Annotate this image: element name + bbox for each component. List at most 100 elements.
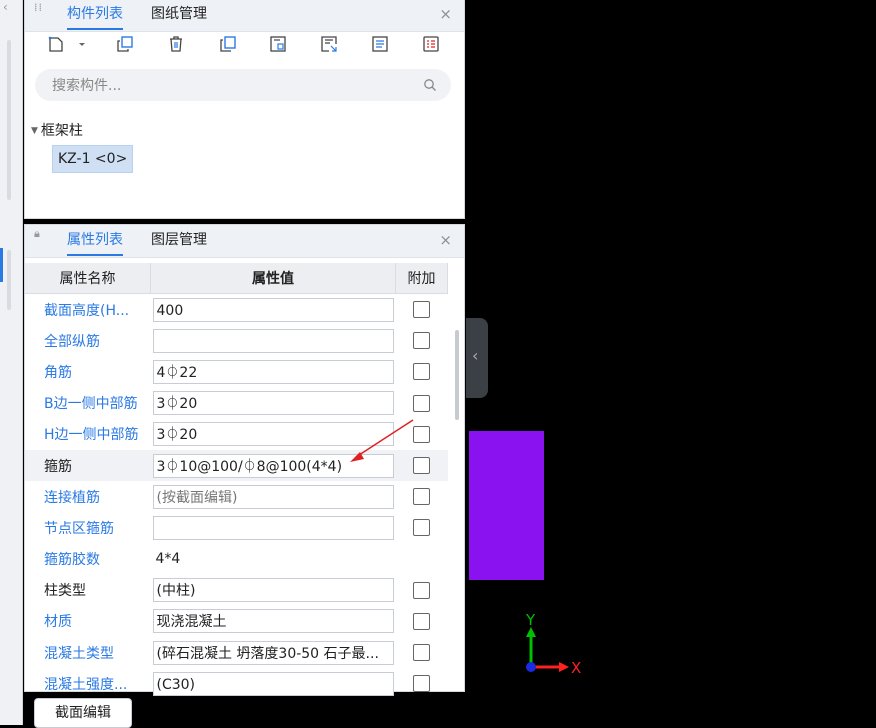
component-toolbar [25,32,464,62]
tab-component-list[interactable]: 构件列表 [67,0,123,30]
scrollbar-secondary[interactable] [7,250,11,310]
property-value-field[interactable]: 3⏀20 [152,391,394,416]
property-name: 箍筋 [25,449,151,482]
property-name: 连接植筋 [44,489,100,506]
list-icon[interactable] [418,32,444,56]
tree-item-kz-1[interactable]: KZ-1 <0> [52,145,134,173]
property-name: H边一侧中部筋 [44,427,139,444]
property-name: 材质 [44,614,72,631]
property-value-field[interactable]: 现浇混凝土 [152,609,394,634]
property-value-field[interactable]: (C30) [152,671,394,696]
column-shape[interactable] [469,431,544,580]
chevron-left-icon[interactable]: ‹ [3,0,8,14]
left-side-strip: ‹ [0,0,23,725]
header-extra: 附加 [395,263,448,294]
property-value-text: 4*4 [155,551,181,568]
x-axis-label: X [571,659,581,677]
extra-checkbox[interactable] [413,612,430,630]
property-value-field[interactable]: 400 [152,297,394,322]
text-icon[interactable] [367,32,393,56]
section-edit-button[interactable]: 截面编辑 [34,698,132,728]
coordinate-axis: Y X [525,611,581,677]
x-axis-arrowhead [559,662,569,672]
property-panel-tabs: 🔒︎ 属性列表 图层管理 × [25,225,464,258]
property-value-field[interactable] [152,515,394,540]
table-row: B边一侧中部筋 3⏀20 [25,388,448,419]
extra-checkbox[interactable] [413,581,430,599]
import-icon[interactable] [316,32,342,56]
extra-checkbox[interactable] [413,519,430,537]
property-name: 箍筋胶数 [44,552,100,569]
table-row: 截面高度(H... 400 [25,294,448,326]
component-panel-tabs: ⁞⁞ 构件列表 图纸管理 × [25,0,464,32]
table-row: 混凝土类型 (碎石混凝土 坍落度30-50 石子最... [25,637,448,668]
tab-layer-management[interactable]: 图层管理 [151,225,207,256]
extra-checkbox[interactable] [413,644,430,662]
property-name: 混凝土类型 [44,645,114,662]
extra-checkbox[interactable] [413,425,430,443]
selection-indicator [0,248,3,282]
close-icon[interactable]: × [439,225,452,256]
table-row: 连接植筋 (按截面编辑) [25,481,448,512]
property-scrollbar[interactable] [455,330,459,420]
collapse-panel-handle[interactable]: ‹ [466,318,488,398]
search-input[interactable] [50,69,414,103]
collapse-triangle-icon[interactable]: ▼ [31,126,38,136]
property-value-field[interactable]: 3⏀10@100/⏀8@100(4*4) [152,453,394,478]
property-name: 混凝土强度... [44,676,128,693]
property-name: 柱类型 [44,583,86,600]
property-value-field[interactable]: 4⏀22 [152,359,394,384]
property-value-field[interactable]: (碎石混凝土 坍落度30-50 石子最... [152,640,394,665]
extra-checkbox[interactable] [413,457,430,475]
search-icon[interactable] [423,78,437,92]
property-value-field[interactable] [152,328,394,353]
table-row: H边一侧中部筋 3⏀20 [25,419,448,450]
table-row-selected: 箍筋 3⏀10@100/⏀8@100(4*4) [25,449,448,482]
lock-handle-icon[interactable]: 🔒︎ [34,228,44,251]
property-value-field[interactable]: (按截面编辑) [152,484,394,509]
table-row: 箍筋胶数 4*4 [25,544,448,575]
property-name: B边一侧中部筋 [44,396,138,413]
close-icon[interactable]: × [439,0,452,30]
delete-icon[interactable] [163,32,189,56]
extra-checkbox[interactable] [413,675,430,693]
scrollbar[interactable] [7,40,11,200]
table-header: 属性名称 属性值 附加 [25,263,448,294]
new-component-icon[interactable] [43,32,69,56]
extra-checkbox[interactable] [413,488,430,506]
tab-drawing-management[interactable]: 图纸管理 [151,0,207,30]
drag-handle-icon[interactable]: ⁞⁞ [34,2,44,25]
property-name: 角筋 [44,364,72,381]
dropdown-icon[interactable] [75,32,89,56]
property-value-field[interactable]: 3⏀20 [152,422,394,447]
table-row: 混凝土强度... (C30) [25,668,448,699]
component-tree-group[interactable]: ▼ 框架柱 [31,120,83,140]
save-template-icon[interactable] [265,32,291,56]
tab-property-list[interactable]: 属性列表 [67,225,123,256]
copy-icon[interactable] [112,32,138,56]
property-list-panel: 🔒︎ 属性列表 图层管理 × 属性名称 属性值 附加 截面高度(H... 400… [24,224,465,696]
component-list-panel: ⁞⁞ 构件列表 图纸管理 × 搜索构件... ▼ 框架柱 KZ-1 <0> [24,0,465,219]
origin-point [526,662,536,672]
header-property-name: 属性名称 [25,263,151,294]
extra-checkbox[interactable] [413,394,430,412]
property-name: 截面高度(H... [44,302,130,319]
property-name: 全部纵筋 [44,333,100,350]
header-property-value: 属性值 [150,263,396,294]
extra-checkbox[interactable] [413,332,430,350]
tree-group-label: 框架柱 [40,123,83,139]
extra-checkbox[interactable] [413,363,430,381]
search-box [35,69,451,103]
table-row: 全部纵筋 [25,325,448,356]
property-table: 属性名称 属性值 附加 截面高度(H... 400 全部纵筋 角筋 4⏀22 B… [25,263,448,699]
table-row: 柱类型 (中柱) [25,575,448,606]
extra-checkbox[interactable] [413,301,430,319]
y-axis-label: Y [525,611,536,629]
property-name: 节点区箍筋 [44,520,114,537]
chevron-left-icon: ‹ [472,346,479,365]
table-row: 角筋 4⏀22 [25,356,448,387]
property-value-field[interactable]: (中柱) [152,578,394,603]
table-row: 节点区箍筋 [25,512,448,543]
table-row: 材质 现浇混凝土 [25,606,448,637]
copy-layer-icon[interactable] [215,32,241,56]
